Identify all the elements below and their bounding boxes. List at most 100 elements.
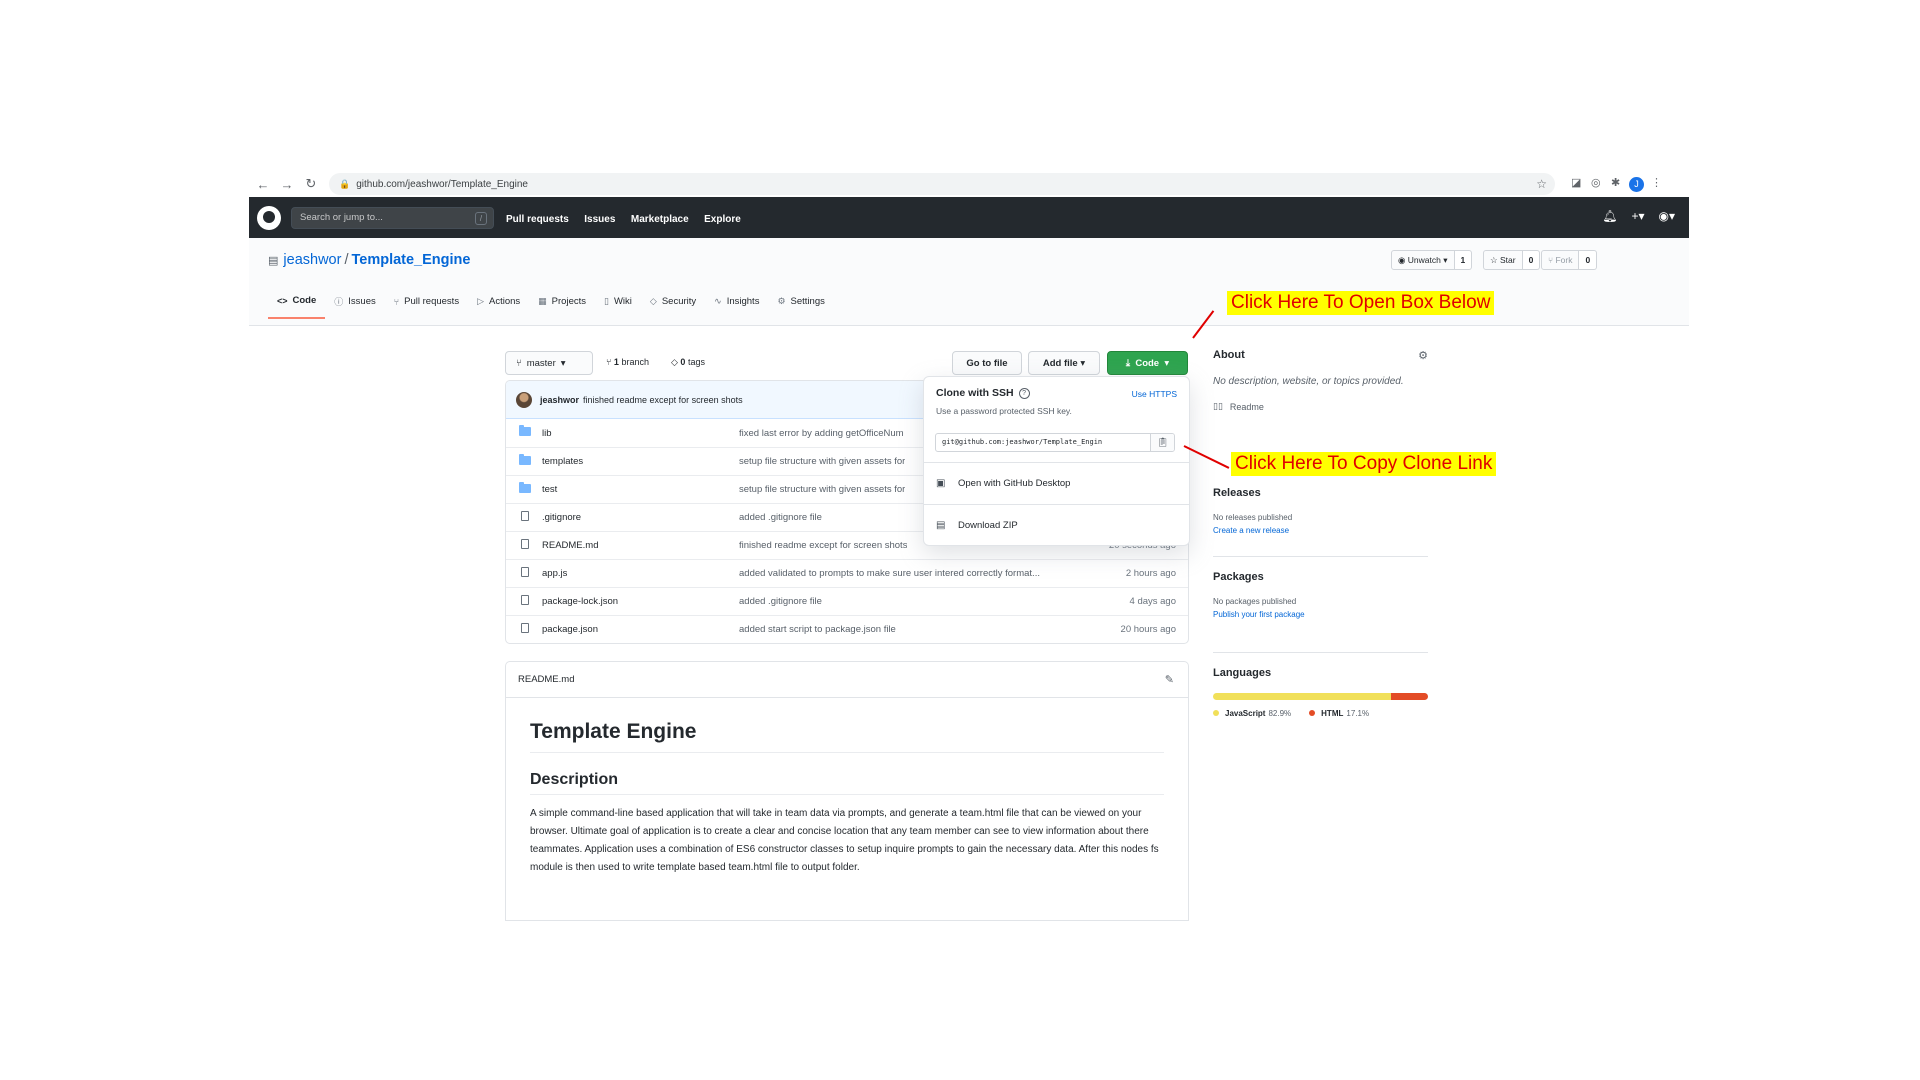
file-name-link[interactable]: .gitignore [542, 512, 581, 523]
file-row[interactable]: package-lock.json added .gitignore file 4 … [506, 587, 1188, 615]
download-zip-label: Download ZIP [958, 519, 1018, 531]
fork-count[interactable]: 0 [1579, 250, 1598, 270]
help-question-icon[interactable]: ? [1018, 387, 1030, 399]
tab-settings[interactable]: ⚙ Settings [768, 288, 833, 319]
tab-pull-requests[interactable]: ⑂ Pull requests [385, 288, 468, 319]
address-bar[interactable]: 🔒 github.com/jeashwor/Template_Engine ☆ [329, 173, 1555, 195]
commit-author[interactable]: jeashwor [540, 395, 579, 405]
forward-arrow-icon[interactable]: → [277, 177, 297, 192]
pencil-edit-icon[interactable]: ✎ [1165, 673, 1174, 686]
file-commit-message[interactable]: added .gitignore file [739, 596, 822, 607]
annotation-arrow-copy [1183, 445, 1230, 469]
file-commit-message[interactable]: setup file structure with given assets f… [739, 484, 905, 495]
user-avatar-icon[interactable]: ◉▾ [1659, 209, 1676, 223]
file-commit-message[interactable]: fixed last error by adding getOfficeNum [739, 428, 904, 439]
star-button[interactable]: ☆ Star [1483, 250, 1523, 270]
repo-name-link[interactable]: Template_Engine [351, 252, 470, 268]
wiki-book-icon: ▯ [604, 296, 609, 306]
tab-actions-label: Actions [489, 296, 521, 307]
nav-pull-requests[interactable]: Pull requests [506, 214, 569, 225]
tab-projects[interactable]: ▦ Projects [529, 288, 595, 319]
file-commit-message[interactable]: added validated to prompts to make sure … [739, 568, 1040, 579]
file-name-link[interactable]: test [542, 484, 557, 495]
tab-security-label: Security [661, 296, 697, 307]
tags-label: tags [687, 357, 705, 367]
star-count[interactable]: 0 [1522, 250, 1541, 270]
branch-icon: ⑂ [516, 357, 522, 369]
file-commit-age: 20 hours ago [1120, 624, 1176, 635]
profile-avatar[interactable]: J [1629, 177, 1644, 192]
tags-link[interactable]: ◇ 0 tags [671, 357, 705, 368]
tab-code[interactable]: <> Code [268, 288, 326, 319]
readme-body: Template Engine Description A simple com… [506, 698, 1188, 895]
nav-marketplace[interactable]: Marketplace [631, 214, 689, 225]
watch-count[interactable]: 1 [1454, 250, 1473, 270]
language-item[interactable]: JavaScript 82.9% [1213, 709, 1291, 718]
tab-actions[interactable]: ▷ Actions [468, 288, 529, 319]
gear-icon[interactable]: ⚙ [1418, 349, 1428, 362]
add-file-button[interactable]: Add file ▾ [1028, 351, 1100, 375]
plus-menu-icon[interactable]: +▾ [1631, 209, 1644, 223]
use-https-link[interactable]: Use HTTPS [1132, 389, 1177, 399]
github-logo-icon[interactable] [257, 205, 281, 230]
unwatch-button[interactable]: ◉ Unwatch ▾ [1391, 250, 1455, 270]
file-name-link[interactable]: README.md [542, 540, 598, 551]
author-avatar[interactable] [516, 391, 532, 408]
nav-explore[interactable]: Explore [704, 214, 741, 225]
search-input[interactable]: Search or jump to... / [291, 206, 494, 229]
bell-icon[interactable]: 🔔︎ [1602, 209, 1617, 223]
tab-wiki[interactable]: ▯ Wiki [595, 288, 641, 319]
open-desktop-item[interactable]: ▣ Open with GitHub Desktop [924, 463, 1189, 504]
browser-menu-icon[interactable]: ⋮ [1651, 176, 1662, 189]
fork-label: Fork [1555, 255, 1573, 265]
add-file-label: Add file [1042, 357, 1078, 369]
fork-button[interactable]: ⑂ Fork [1541, 250, 1580, 270]
branches-link[interactable]: ⑂ 1 branch [606, 357, 649, 367]
book-icon: ▯▯ [1213, 401, 1223, 411]
tab-insights[interactable]: ∿ Insights [705, 288, 768, 319]
commit-message[interactable]: finished readme except for screen shots [583, 395, 743, 405]
readme-header: README.md ✎ [506, 662, 1188, 698]
go-to-file-button[interactable]: Go to file [952, 351, 1022, 375]
file-row[interactable]: app.js added validated to prompts to make… [506, 559, 1188, 587]
file-icon [518, 595, 532, 608]
file-commit-message[interactable]: added start script to package.json file [739, 624, 896, 635]
file-name-link[interactable]: package.json [542, 624, 598, 635]
bookmark-star-icon[interactable]: ☆ [1536, 177, 1547, 191]
file-name-link[interactable]: templates [542, 456, 583, 467]
download-zip-item[interactable]: ▤ Download ZIP [924, 504, 1189, 545]
create-release-link[interactable]: Create a new release [1213, 526, 1428, 535]
desktop-icon: ▣ [936, 478, 946, 489]
clone-url-value[interactable]: git@github.com:jeashwor/Template_Engin [936, 434, 1150, 451]
readme-link[interactable]: ▯▯ Readme [1213, 401, 1428, 412]
file-name-link[interactable]: lib [542, 428, 552, 439]
extension-translate-icon[interactable]: ◪ [1571, 176, 1581, 189]
clone-title-text: Clone with SSH [936, 387, 1014, 399]
file-name-link[interactable]: app.js [542, 568, 567, 579]
file-commit-message[interactable]: finished readme except for screen shots [739, 540, 907, 551]
nav-issues[interactable]: Issues [584, 214, 615, 225]
language-item[interactable]: HTML 17.1% [1309, 709, 1369, 718]
reload-icon[interactable]: ↻ [301, 176, 321, 192]
extensions-puzzle-icon[interactable]: ✱ [1611, 176, 1620, 189]
repo-owner-link[interactable]: jeashwor [283, 252, 341, 268]
chevron-down-icon: ▾ [560, 357, 566, 369]
github-header: Search or jump to... / Pull requests Iss… [249, 197, 1689, 238]
graph-icon: ∿ [714, 296, 722, 306]
publish-package-link[interactable]: Publish your first package [1213, 610, 1428, 619]
file-icon [518, 539, 532, 552]
branch-select[interactable]: ⑂ master ▾ [505, 351, 593, 375]
file-commit-message[interactable]: setup file structure with given assets f… [739, 456, 905, 467]
extension-circle-icon[interactable]: ◎ [1591, 176, 1601, 189]
clipboard-copy-icon[interactable]: 📋︎ [1150, 434, 1174, 451]
tab-security[interactable]: ◇ Security [641, 288, 705, 319]
file-row[interactable]: package.json added start script to packag… [506, 615, 1188, 643]
file-name-link[interactable]: package-lock.json [542, 596, 618, 607]
code-button[interactable]: ⤓ Code ▾ [1107, 351, 1188, 375]
repo-title: ▤ jeashwor / Template_Engine [268, 252, 470, 268]
tab-issues[interactable]: ⓘ Issues [325, 288, 384, 319]
file-commit-message[interactable]: added .gitignore file [739, 512, 822, 523]
clone-url-field[interactable]: git@github.com:jeashwor/Template_Engin 📋… [935, 433, 1175, 452]
language-name: JavaScript [1225, 709, 1266, 718]
back-arrow-icon[interactable]: ← [253, 177, 273, 192]
